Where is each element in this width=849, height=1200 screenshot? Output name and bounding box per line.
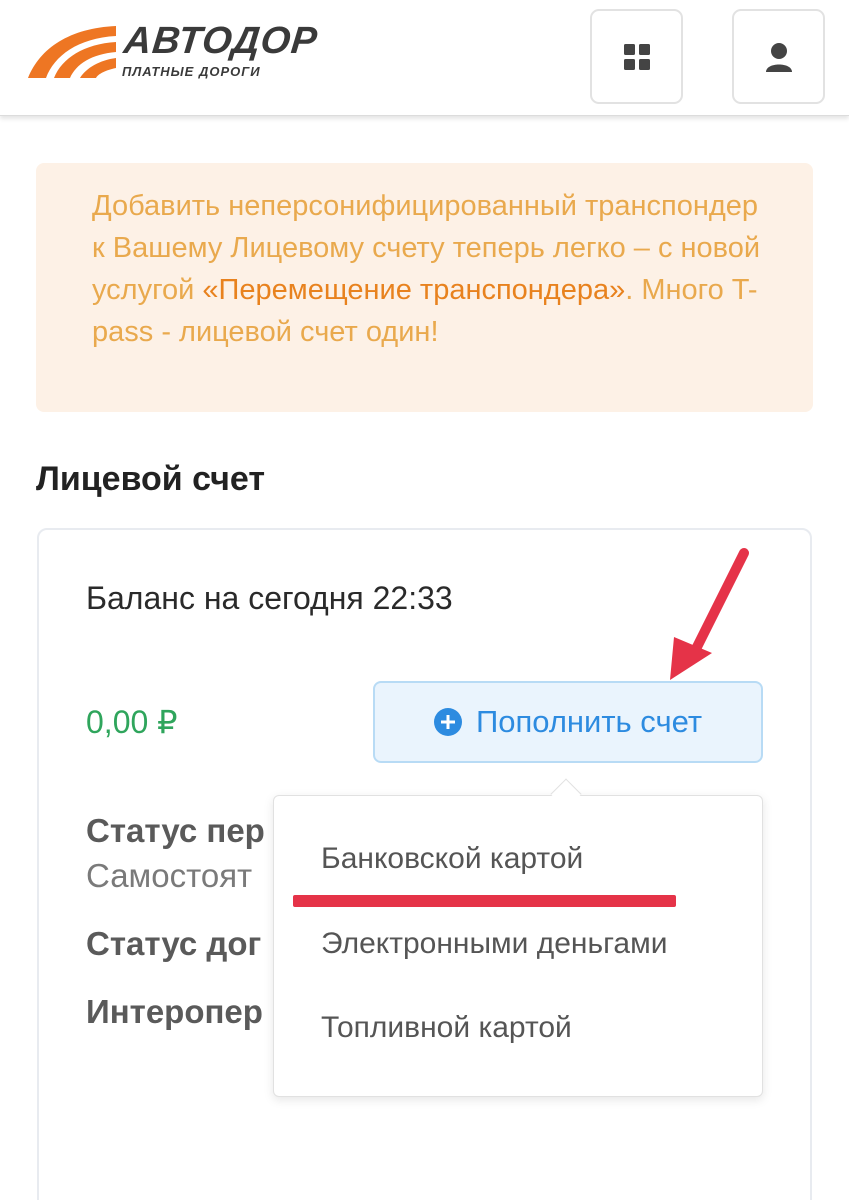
- section-title: Лицевой счет: [36, 460, 266, 498]
- status-row-value: Самостоят: [86, 857, 253, 894]
- logo-title: АВТОДОР: [121, 20, 320, 62]
- menu-item-e-money[interactable]: Электронными деньгами: [321, 927, 667, 961]
- apps-menu-button[interactable]: [590, 9, 683, 104]
- transponder-move-link[interactable]: «Перемещение транспондера»: [202, 274, 625, 306]
- status-row-label: Статус пер: [86, 812, 265, 849]
- grid-icon: [623, 43, 650, 70]
- app-header: АВТОДОР ПЛАТНЫЕ ДОРОГИ: [0, 0, 849, 116]
- topup-button[interactable]: Пополнить счет: [373, 681, 763, 763]
- avtodor-logo[interactable]: АВТОДОР ПЛАТНЫЕ ДОРОГИ: [24, 20, 364, 84]
- annotation-arrow-icon: [670, 548, 749, 680]
- balance-value: 0,00 ₽: [86, 704, 178, 740]
- plus-circle-icon: [433, 708, 462, 736]
- transponder-notice: Добавить неперсонифицированный транспонд…: [36, 163, 813, 412]
- user-icon: [765, 42, 792, 72]
- road-logo-icon: [28, 26, 116, 78]
- menu-item-bank-card[interactable]: Банковской картой: [321, 842, 583, 876]
- annotation-underline: [293, 895, 676, 907]
- menu-item-fuel-card[interactable]: Топливной картой: [321, 1011, 572, 1045]
- contract-status-label: Статус дог: [86, 925, 262, 962]
- topup-label: Пополнить счет: [475, 704, 703, 739]
- logo-subtitle: ПЛАТНЫЕ ДОРОГИ: [122, 64, 261, 79]
- interop-status-label: Интеропер: [86, 993, 263, 1030]
- profile-button[interactable]: [732, 9, 825, 104]
- balance-label: Баланс на сегодня 22:33: [86, 580, 453, 616]
